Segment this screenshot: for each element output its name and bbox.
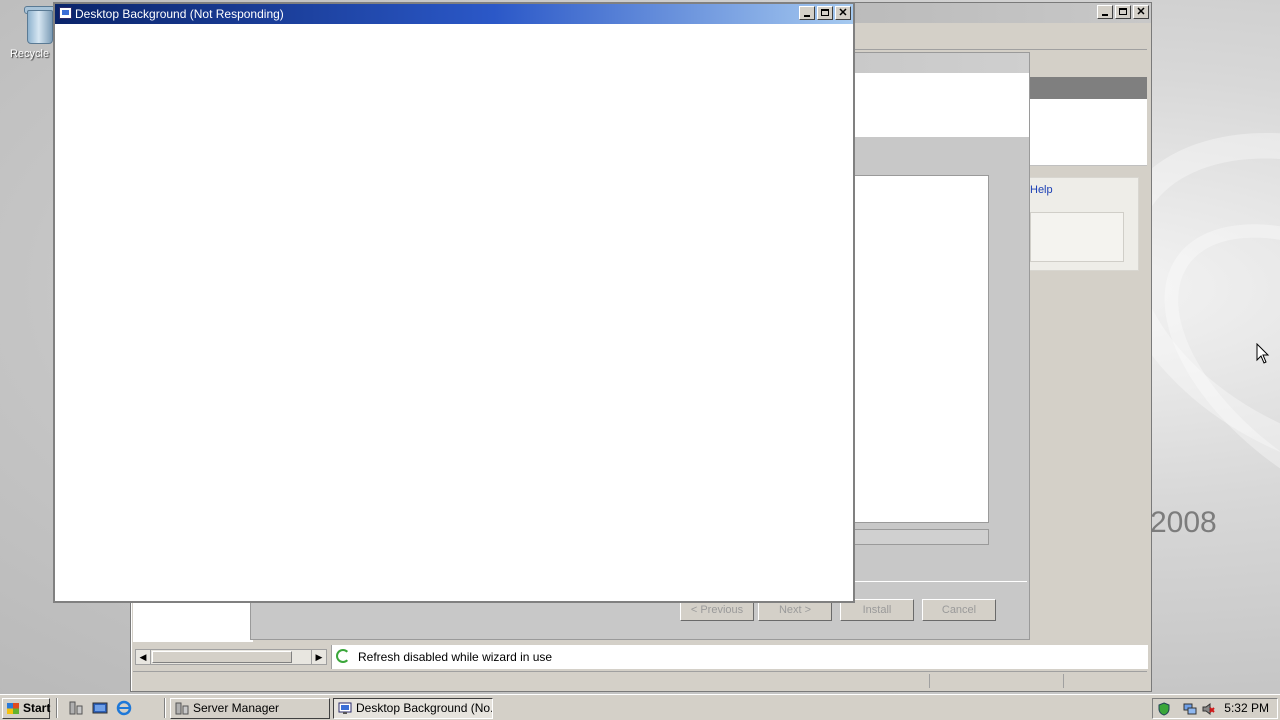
mouse-cursor-icon <box>1256 343 1270 364</box>
help-panel: Help <box>1027 177 1139 271</box>
minimize-button[interactable] <box>799 6 815 20</box>
wizard-progress-bar <box>851 529 989 545</box>
desktop-background-titlebar[interactable]: Desktop Background (Not Responding) ✕ <box>55 4 853 24</box>
scroll-right-arrow[interactable]: ▶ <box>311 650 326 664</box>
refresh-status-text: Refresh disabled while wizard in use <box>358 650 553 664</box>
recycle-bin-icon <box>24 4 56 44</box>
scroll-left-arrow[interactable]: ◀ <box>136 650 151 664</box>
security-shield-icon[interactable] <box>1157 702 1171 716</box>
server-manager-icon <box>175 702 189 715</box>
task-label: Desktop Background (No... <box>356 701 493 715</box>
window-status-bar <box>133 671 1147 690</box>
windows-flag-icon <box>7 703 19 714</box>
show-desktop-icon[interactable] <box>92 700 108 716</box>
taskbar-clock[interactable]: 5:32 PM <box>1224 699 1269 718</box>
horizontal-scrollbar[interactable]: ◀ ▶ <box>135 649 327 665</box>
help-link[interactable]: Help <box>1030 184 1053 196</box>
taskbar: Start Server Manager Desktop Background … <box>0 694 1280 720</box>
minimize-button[interactable] <box>1097 5 1113 19</box>
desktop-background-title: Desktop Background (Not Responding) <box>75 7 284 21</box>
wizard-cancel-button[interactable]: Cancel <box>922 599 996 621</box>
network-icon[interactable] <box>1183 702 1197 716</box>
taskbar-separator <box>164 698 166 718</box>
maximize-button[interactable] <box>1115 5 1131 19</box>
wizard-separator <box>851 581 1027 582</box>
start-button[interactable]: Start <box>2 698 50 719</box>
taskbar-separator <box>56 698 58 718</box>
close-button[interactable]: ✕ <box>1133 5 1149 19</box>
server-manager-content-bottom <box>133 598 253 642</box>
refresh-icon <box>336 649 350 663</box>
volume-muted-icon[interactable] <box>1201 702 1215 716</box>
scroll-thumb[interactable] <box>152 651 292 663</box>
refresh-status-bar: Refresh disabled while wizard in use <box>331 645 1148 669</box>
server-manager-pane-body <box>1027 99 1147 166</box>
display-properties-icon <box>338 702 352 714</box>
server-manager-pane-header <box>1027 77 1147 99</box>
system-tray: 5:32 PM <box>1152 698 1278 719</box>
display-properties-icon <box>59 7 72 19</box>
taskbar-button-server-manager[interactable]: Server Manager <box>170 698 330 719</box>
wizard-content-list <box>851 175 989 523</box>
start-label: Start <box>23 701 51 715</box>
taskbar-button-desktop-background[interactable]: Desktop Background (No... <box>333 698 493 719</box>
help-box <box>1030 212 1124 262</box>
server-manager-quicklaunch-icon[interactable] <box>68 700 84 716</box>
task-label: Server Manager <box>193 701 280 715</box>
desktop-brand-text: 2008 <box>1150 506 1217 539</box>
desktop-background-window: Desktop Background (Not Responding) ✕ <box>53 2 855 603</box>
internet-explorer-icon[interactable] <box>116 700 132 716</box>
maximize-button[interactable] <box>817 6 833 20</box>
close-button[interactable]: ✕ <box>835 6 851 20</box>
